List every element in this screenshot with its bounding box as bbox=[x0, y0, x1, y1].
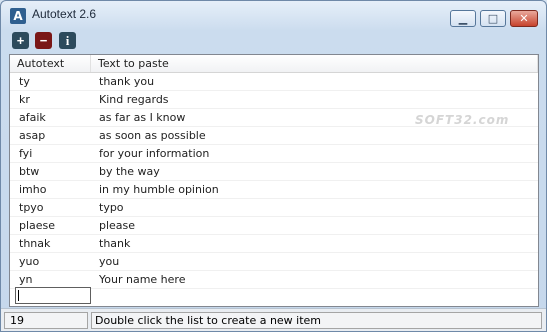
close-button[interactable]: ✕ bbox=[510, 10, 538, 27]
table-row[interactable]: imho in my humble opinion bbox=[10, 181, 538, 199]
paste-text-cell: Kind regards bbox=[99, 93, 169, 106]
add-item-button[interactable]: + bbox=[12, 32, 29, 49]
paste-text-cell: by the way bbox=[99, 165, 160, 178]
column-header-autotext[interactable]: Autotext bbox=[10, 55, 91, 72]
autotext-cell: tpyo bbox=[19, 201, 44, 214]
table-row[interactable]: yuo you bbox=[10, 253, 538, 271]
paste-text-cell: thank bbox=[99, 237, 131, 250]
paste-text-cell: as far as I know bbox=[99, 111, 186, 124]
info-button[interactable]: i bbox=[59, 32, 76, 49]
autotext-cell: asap bbox=[19, 129, 46, 142]
autotext-list[interactable]: Autotext Text to paste SOFT32.com ty than… bbox=[9, 54, 539, 307]
table-row[interactable]: afaik as far as I know bbox=[10, 109, 538, 127]
autotext-cell: btw bbox=[19, 165, 40, 178]
paste-text-cell: you bbox=[99, 255, 120, 268]
remove-item-button[interactable]: − bbox=[35, 32, 52, 49]
table-row[interactable]: fyi for your information bbox=[10, 145, 538, 163]
autotext-cell: yn bbox=[19, 273, 33, 286]
table-row[interactable]: thnak thank bbox=[10, 235, 538, 253]
maximize-button[interactable]: □ bbox=[480, 10, 506, 27]
table-row[interactable]: asap as soon as possible bbox=[10, 127, 538, 145]
item-count: 19 bbox=[4, 312, 88, 329]
table-row[interactable]: ty thank you bbox=[10, 73, 538, 91]
title-bar[interactable]: A Autotext 2.6 ▁ □ ✕ bbox=[1, 1, 546, 29]
app-window: A Autotext 2.6 ▁ □ ✕ + − i Autotext Text… bbox=[0, 0, 547, 332]
table-row[interactable]: kr Kind regards bbox=[10, 91, 538, 109]
autotext-cell: yuo bbox=[19, 255, 40, 268]
column-header-text-to-paste[interactable]: Text to paste bbox=[91, 55, 538, 72]
autotext-cell: fyi bbox=[19, 147, 33, 160]
table-row[interactable]: btw by the way bbox=[10, 163, 538, 181]
paste-text-cell: Your name here bbox=[99, 273, 186, 286]
window-title: Autotext 2.6 bbox=[32, 7, 97, 21]
list-header: Autotext Text to paste bbox=[10, 55, 538, 73]
minimize-button[interactable]: ▁ bbox=[450, 10, 476, 27]
autotext-cell: kr bbox=[19, 93, 30, 106]
table-row[interactable]: tpyo typo bbox=[10, 199, 538, 217]
paste-text-cell: in my humble opinion bbox=[99, 183, 219, 196]
paste-text-cell: for your information bbox=[99, 147, 210, 160]
autotext-cell: thnak bbox=[19, 237, 51, 250]
paste-text-cell: please bbox=[99, 219, 136, 232]
paste-text-cell: thank you bbox=[99, 75, 155, 88]
table-row[interactable]: plaese please bbox=[10, 217, 538, 235]
paste-text-cell: as soon as possible bbox=[99, 129, 206, 142]
status-hint: Double click the list to create a new it… bbox=[91, 312, 542, 329]
status-bar: 19 Double click the list to create a new… bbox=[1, 308, 546, 331]
autotext-cell: plaese bbox=[19, 219, 56, 232]
autotext-cell: imho bbox=[19, 183, 47, 196]
paste-text-cell: typo bbox=[99, 201, 124, 214]
autotext-cell: ty bbox=[19, 75, 30, 88]
app-logo-icon: A bbox=[10, 8, 26, 24]
new-autotext-input[interactable] bbox=[15, 287, 91, 304]
text-caret bbox=[18, 290, 19, 301]
autotext-cell: afaik bbox=[19, 111, 46, 124]
